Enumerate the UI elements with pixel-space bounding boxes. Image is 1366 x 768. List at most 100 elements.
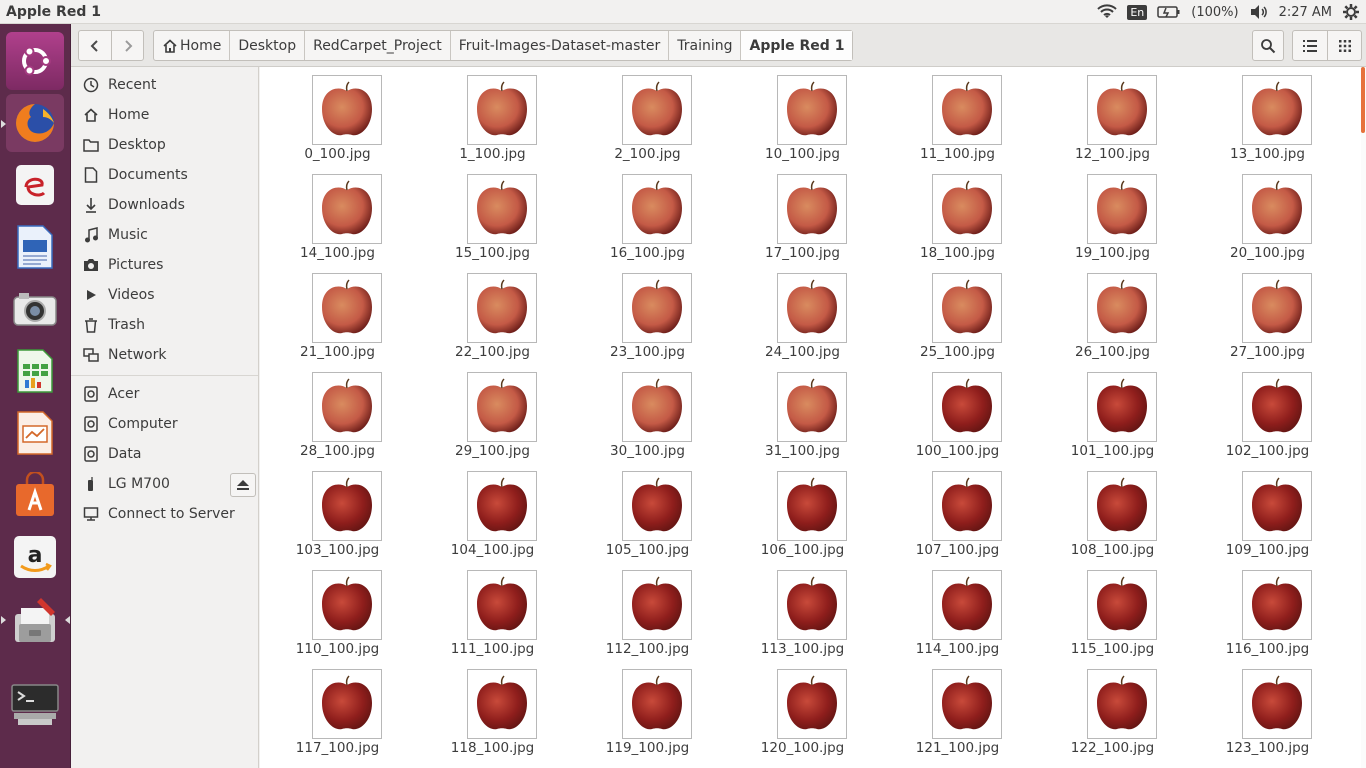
- sidebar-item-recent[interactable]: Recent: [71, 70, 258, 100]
- search-button[interactable]: [1252, 30, 1284, 61]
- file-view[interactable]: 0_100.jpg 1_100.jpg 2_100.jpg 10_100.jpg 11_…: [260, 67, 1366, 768]
- back-button[interactable]: [79, 31, 111, 60]
- settings-gear-icon[interactable]: [1342, 3, 1360, 21]
- file-item[interactable]: 0_100.jpg: [260, 67, 415, 166]
- sidebar-item-desktop[interactable]: Desktop: [71, 130, 258, 160]
- file-item[interactable]: 105_100.jpg: [570, 463, 725, 562]
- file-item[interactable]: 113_100.jpg: [725, 562, 880, 661]
- wifi-icon[interactable]: [1097, 4, 1118, 20]
- file-item[interactable]: 107_100.jpg: [880, 463, 1035, 562]
- file-item[interactable]: 100_100.jpg: [880, 364, 1035, 463]
- file-item[interactable]: 17_100.jpg: [725, 166, 880, 265]
- battery-icon[interactable]: [1157, 5, 1181, 19]
- sidebar-item-music[interactable]: Music: [71, 220, 258, 250]
- sidebar-item-data[interactable]: Data: [71, 439, 258, 469]
- scrollbar-track[interactable]: [1361, 67, 1366, 768]
- breadcrumb-redcarpet-project[interactable]: RedCarpet_Project: [305, 31, 451, 60]
- file-item[interactable]: 12_100.jpg: [1035, 67, 1190, 166]
- file-item[interactable]: 31_100.jpg: [725, 364, 880, 463]
- file-item[interactable]: 117_100.jpg: [260, 661, 415, 760]
- file-item[interactable]: 108_100.jpg: [1035, 463, 1190, 562]
- sidebar-item-computer[interactable]: Computer: [71, 409, 258, 439]
- launcher-impress[interactable]: [6, 404, 64, 462]
- file-item[interactable]: 23_100.jpg: [570, 265, 725, 364]
- file-item[interactable]: 114_100.jpg: [880, 562, 1035, 661]
- file-item[interactable]: 106_100.jpg: [725, 463, 880, 562]
- file-item[interactable]: 25_100.jpg: [880, 265, 1035, 364]
- sidebar-item-home[interactable]: Home: [71, 100, 258, 130]
- file-item[interactable]: 102_100.jpg: [1190, 364, 1345, 463]
- apple-thumbnail: [777, 174, 847, 244]
- file-item[interactable]: 111_100.jpg: [415, 562, 570, 661]
- file-item[interactable]: 21_100.jpg: [260, 265, 415, 364]
- file-item[interactable]: 1_100.jpg: [415, 67, 570, 166]
- sidebar-item-label: Desktop: [108, 137, 166, 153]
- file-item[interactable]: 119_100.jpg: [570, 661, 725, 760]
- file-item[interactable]: 118_100.jpg: [415, 661, 570, 760]
- apple-thumbnail: [1087, 273, 1157, 343]
- file-item[interactable]: 2_100.jpg: [570, 67, 725, 166]
- file-item[interactable]: 110_100.jpg: [260, 562, 415, 661]
- launcher-firefox[interactable]: [1, 94, 64, 152]
- file-item[interactable]: 20_100.jpg: [1190, 166, 1345, 265]
- file-item[interactable]: 121_100.jpg: [880, 661, 1035, 760]
- camera-icon: [82, 256, 100, 274]
- file-item[interactable]: 19_100.jpg: [1035, 166, 1190, 265]
- file-item[interactable]: 115_100.jpg: [1035, 562, 1190, 661]
- launcher-text-editor[interactable]: [1, 590, 70, 648]
- sidebar-item-pictures[interactable]: Pictures: [71, 250, 258, 280]
- breadcrumb-apple-red-1[interactable]: Apple Red 1: [741, 31, 853, 60]
- sidebar-item-trash[interactable]: Trash: [71, 310, 258, 340]
- grid-view-button[interactable]: [1327, 31, 1361, 60]
- file-item[interactable]: 27_100.jpg: [1190, 265, 1345, 364]
- breadcrumb-fruit-images-dataset[interactable]: Fruit-Images-Dataset-master: [451, 31, 670, 60]
- file-item[interactable]: 103_100.jpg: [260, 463, 415, 562]
- file-item[interactable]: 109_100.jpg: [1190, 463, 1345, 562]
- file-item[interactable]: 120_100.jpg: [725, 661, 880, 760]
- file-item[interactable]: 101_100.jpg: [1035, 364, 1190, 463]
- sidebar-item-connect-to-server[interactable]: Connect to Server: [71, 499, 258, 529]
- list-view-button[interactable]: [1293, 31, 1327, 60]
- volume-icon[interactable]: [1249, 4, 1269, 20]
- eject-button[interactable]: [230, 473, 256, 497]
- file-item[interactable]: 10_100.jpg: [725, 67, 880, 166]
- keyboard-layout-indicator[interactable]: En: [1127, 4, 1148, 20]
- file-item[interactable]: 13_100.jpg: [1190, 67, 1345, 166]
- file-item[interactable]: 15_100.jpg: [415, 166, 570, 265]
- file-item[interactable]: 28_100.jpg: [260, 364, 415, 463]
- forward-button[interactable]: [111, 31, 143, 60]
- file-item[interactable]: 123_100.jpg: [1190, 661, 1345, 760]
- sidebar-item-documents[interactable]: Documents: [71, 160, 258, 190]
- launcher-writer[interactable]: [6, 218, 64, 276]
- file-item[interactable]: 116_100.jpg: [1190, 562, 1345, 661]
- launcher-dash-button[interactable]: [6, 32, 64, 90]
- launcher-camera[interactable]: [6, 280, 64, 338]
- launcher-terminal[interactable]: [6, 676, 64, 734]
- file-item[interactable]: 26_100.jpg: [1035, 265, 1190, 364]
- sidebar-item-acer[interactable]: Acer: [71, 379, 258, 409]
- file-item[interactable]: 11_100.jpg: [880, 67, 1035, 166]
- breadcrumb-training[interactable]: Training: [669, 31, 742, 60]
- sidebar-item-downloads[interactable]: Downloads: [71, 190, 258, 220]
- file-item[interactable]: 24_100.jpg: [725, 265, 880, 364]
- launcher-amazon[interactable]: a: [6, 528, 64, 586]
- file-item[interactable]: 18_100.jpg: [880, 166, 1035, 265]
- breadcrumb-home[interactable]: Home: [154, 31, 231, 60]
- file-item[interactable]: 112_100.jpg: [570, 562, 725, 661]
- breadcrumb-desktop[interactable]: Desktop: [230, 31, 306, 60]
- launcher-calc[interactable]: [6, 342, 64, 400]
- clock[interactable]: 2:27 AM: [1279, 5, 1332, 20]
- launcher-software-center[interactable]: [6, 466, 64, 524]
- launcher-evince[interactable]: [6, 156, 64, 214]
- file-item[interactable]: 16_100.jpg: [570, 166, 725, 265]
- file-item[interactable]: 122_100.jpg: [1035, 661, 1190, 760]
- scrollbar-thumb[interactable]: [1361, 67, 1365, 133]
- sidebar-item-network[interactable]: Network: [71, 340, 258, 370]
- file-item[interactable]: 30_100.jpg: [570, 364, 725, 463]
- drive-icon: [82, 415, 100, 433]
- file-item[interactable]: 14_100.jpg: [260, 166, 415, 265]
- file-item[interactable]: 22_100.jpg: [415, 265, 570, 364]
- sidebar-item-videos[interactable]: Videos: [71, 280, 258, 310]
- file-item[interactable]: 29_100.jpg: [415, 364, 570, 463]
- file-item[interactable]: 104_100.jpg: [415, 463, 570, 562]
